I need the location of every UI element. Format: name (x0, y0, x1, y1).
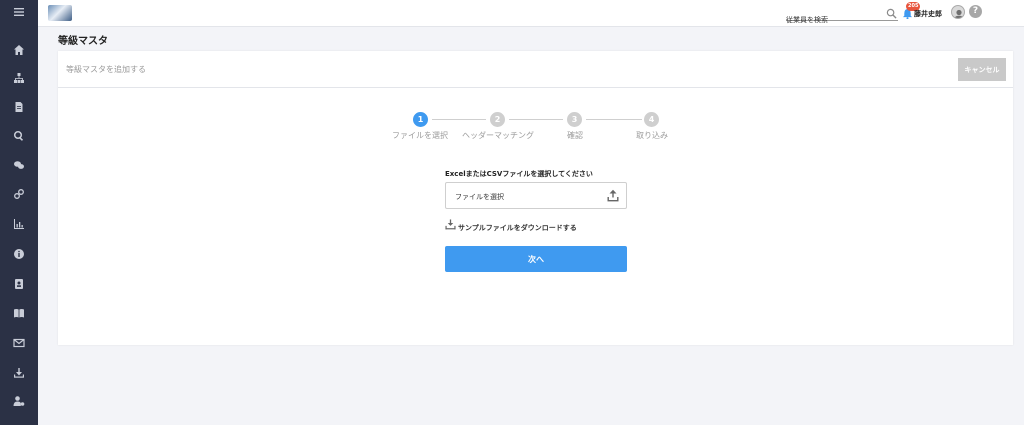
add-grade-master-card: 等級マスタを追加する キャンセル 1 2 3 4 ファイルを選択 ヘッダーマッチ… (58, 51, 1013, 345)
step-4-label: 取り込み (636, 131, 668, 140)
sample-download-label[interactable]: サンプルファイルをダウンロードする (458, 223, 577, 233)
user-name[interactable]: 藤井史郎 (914, 9, 942, 19)
step-4-circle: 4 (644, 112, 659, 127)
file-select-field[interactable]: ファイルを選択 (445, 182, 627, 209)
sidebar (0, 0, 38, 425)
user-settings-icon[interactable] (0, 391, 38, 411)
avatar[interactable] (951, 5, 965, 19)
upload-icon[interactable] (607, 189, 619, 202)
file-select-placeholder: ファイルを選択 (455, 193, 504, 201)
chat-icon[interactable] (0, 155, 38, 175)
chart-icon[interactable] (0, 214, 38, 234)
info-icon[interactable] (0, 244, 38, 264)
download-icon[interactable] (0, 363, 38, 383)
home-icon[interactable] (0, 40, 38, 60)
step-1-label: ファイルを選択 (392, 131, 448, 140)
step-connector (509, 119, 563, 120)
company-logo[interactable] (48, 5, 72, 21)
contact-icon[interactable] (0, 274, 38, 294)
step-2-label: ヘッダーマッチング (462, 131, 534, 140)
search-icon[interactable] (886, 8, 897, 19)
step-3-label: 確認 (567, 131, 583, 140)
page-title: 等級マスタ (58, 36, 108, 47)
document-icon[interactable] (0, 97, 38, 117)
step-2-circle: 2 (490, 112, 505, 127)
card-header-title: 等級マスタを追加する (66, 65, 146, 74)
card-header: 等級マスタを追加する キャンセル (58, 51, 1013, 88)
download-icon (445, 219, 456, 230)
step-1-circle: 1 (413, 112, 428, 127)
menu-icon[interactable] (0, 2, 38, 22)
help-button[interactable]: ? (969, 5, 982, 18)
employee-search-input[interactable] (786, 13, 886, 27)
org-chart-icon[interactable] (0, 68, 38, 88)
step-connector (432, 119, 486, 120)
file-field-label: ExcelまたはCSVファイルを選択してください (445, 170, 593, 178)
step-3-circle: 3 (567, 112, 582, 127)
cancel-button[interactable]: キャンセル (958, 58, 1006, 81)
link-icon[interactable] (0, 184, 38, 204)
next-button[interactable]: 次へ (445, 246, 627, 272)
search-icon[interactable] (0, 126, 38, 146)
mail-icon[interactable] (0, 333, 38, 353)
book-icon[interactable] (0, 303, 38, 323)
employee-search[interactable] (786, 7, 898, 27)
step-connector (586, 119, 642, 120)
